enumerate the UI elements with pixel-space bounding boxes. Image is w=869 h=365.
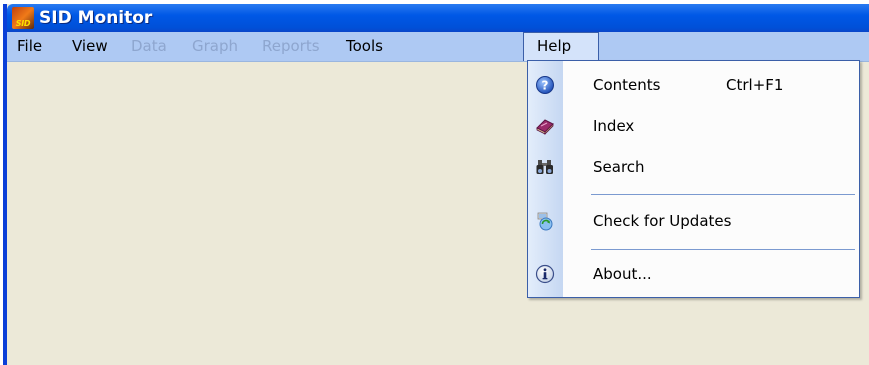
menu-item-search[interactable]: Search bbox=[528, 150, 859, 184]
main-window: SID SID Monitor File View Data Graph Rep… bbox=[3, 4, 869, 365]
help-question-icon: ? bbox=[535, 75, 555, 95]
menu-item-check-for-updates[interactable]: Check for Updates bbox=[528, 204, 859, 238]
menu-file[interactable]: File bbox=[17, 32, 42, 61]
menu-item-contents[interactable]: ? Contents Ctrl+F1 bbox=[528, 68, 859, 102]
menu-separator bbox=[591, 194, 855, 195]
menu-help[interactable]: Help bbox=[523, 32, 599, 61]
sid-app-icon[interactable]: SID bbox=[12, 7, 34, 29]
update-icon bbox=[535, 211, 555, 231]
menu-separator bbox=[591, 249, 855, 250]
svg-text:?: ? bbox=[542, 79, 549, 93]
menu-graph: Graph bbox=[192, 37, 239, 55]
menu-item-label: About... bbox=[593, 265, 652, 283]
help-dropdown-menu: ? Contents Ctrl+F1 Index Search Check fo… bbox=[527, 60, 860, 298]
window-title: SID Monitor bbox=[39, 8, 153, 28]
menu-item-label: Check for Updates bbox=[593, 212, 732, 230]
menu-bar: File View Data Graph Reports Tools Help bbox=[7, 32, 869, 62]
info-icon bbox=[535, 264, 555, 284]
menu-tools[interactable]: Tools bbox=[346, 32, 383, 61]
menu-item-shortcut: Ctrl+F1 bbox=[726, 76, 784, 94]
menu-item-label: Search bbox=[593, 158, 645, 176]
app-icon-text: SID bbox=[15, 19, 31, 28]
menu-item-about[interactable]: About... bbox=[528, 257, 859, 291]
book-icon bbox=[535, 116, 555, 136]
menu-item-label: Contents bbox=[593, 76, 661, 94]
menu-reports: Reports bbox=[262, 37, 320, 55]
menu-item-label: Index bbox=[593, 117, 635, 135]
menu-item-index[interactable]: Index bbox=[528, 109, 859, 143]
binoculars-icon bbox=[535, 157, 555, 177]
title-bar[interactable]: SID SID Monitor bbox=[7, 4, 869, 32]
menu-view[interactable]: View bbox=[72, 32, 108, 61]
menu-data: Data bbox=[131, 37, 167, 55]
